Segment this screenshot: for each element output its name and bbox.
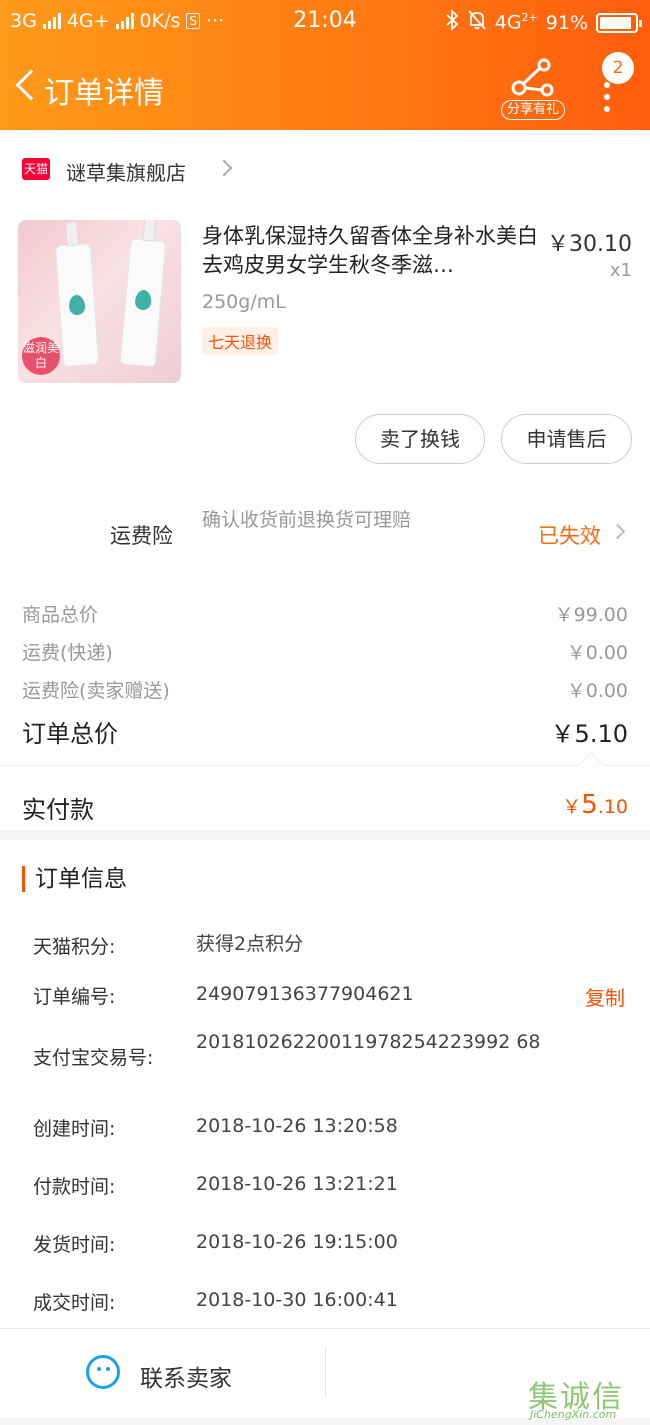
info-value: 249079136377904621 (196, 983, 414, 1005)
order-info-title: 订单信息 (22, 866, 127, 892)
share-icon (511, 58, 554, 97)
share-label: 分享有礼 (500, 100, 565, 120)
product-image[interactable]: 滋润美白 (18, 220, 181, 383)
header: 3G 4G+ 0K/s S ··· 21:04 4G2+ 91% 订单详情 分享… (0, 0, 650, 130)
paid-value: ￥5.10 (562, 790, 628, 820)
product-price: ￥30.10 (547, 232, 632, 257)
info-key: 创建时间: (33, 1118, 116, 1140)
battery-percent: 91% (545, 11, 588, 34)
price-value: ￥0.00 (566, 680, 628, 702)
info-key: 支付宝交易号: (33, 1047, 154, 1069)
info-value: 2018-10-26 13:20:58 (196, 1115, 398, 1137)
status-right: 4G2+ 91% (445, 8, 642, 36)
insurance-label: 运费险 (110, 524, 173, 548)
chevron-left-icon (15, 69, 47, 101)
info-value: 2018-10-26 19:15:00 (196, 1231, 398, 1253)
price-label: 商品总价 (22, 604, 99, 626)
chat-face-icon (86, 1355, 120, 1389)
back-button[interactable] (8, 62, 47, 112)
info-key: 订单编号: (33, 986, 116, 1008)
paid-amount-row: 实付款 ￥5.10 (22, 790, 628, 820)
bottle-graphic (120, 220, 166, 367)
contact-seller-button[interactable]: 联系卖家 (0, 1329, 325, 1419)
chevron-right-icon (215, 159, 233, 177)
store-row[interactable]: 天猫 谜草集旗舰店 (0, 145, 650, 195)
share-button[interactable]: 分享有礼 (500, 58, 566, 120)
return-policy-tag: 七天退换 (202, 327, 279, 355)
tmall-logo: 天猫 (22, 158, 50, 180)
product-spec: 250g/mL (202, 291, 286, 313)
info-value: 2018-10-26 13:21:21 (196, 1173, 398, 1195)
order-total-value: ￥5.10 (550, 720, 628, 748)
page-title: 订单详情 (44, 76, 164, 111)
bottle-graphic (55, 222, 99, 367)
product-quantity: x1 (609, 260, 632, 281)
product-title[interactable]: 身体乳保湿持久留香体全身补水美白去鸡皮男女学生秋冬季滋… (202, 222, 538, 280)
divider (325, 1347, 326, 1397)
info-key: 天猫积分: (33, 936, 116, 958)
bluetooth-icon (445, 8, 459, 36)
battery-icon (596, 12, 642, 33)
divider (0, 765, 650, 766)
info-value: 2018-10-30 16:00:41 (196, 1289, 398, 1311)
shipping-insurance-row[interactable]: 运费险 确认收货前退换货可理赔 已失效 (0, 500, 650, 570)
product-image-badge: 滋润美白 (22, 337, 60, 375)
nav-bar: 订单详情 分享有礼 2 (0, 50, 650, 126)
more-vertical-icon (604, 82, 610, 118)
insurance-status: 已失效 (538, 524, 601, 548)
watermark-url: JiChengXin.com (530, 1408, 617, 1421)
message-badge: 2 (602, 52, 634, 84)
store-name: 谜草集旗舰店 (66, 161, 186, 185)
status-bar: 3G 4G+ 0K/s S ··· 21:04 4G2+ 91% (0, 0, 650, 44)
info-value: 20181026220011978254223992 68 (196, 1031, 541, 1053)
chevron-right-icon (609, 523, 626, 540)
price-label: 运费险(卖家赠送) (22, 680, 170, 702)
copy-order-number-button[interactable]: 复制 (585, 982, 625, 1011)
paid-label: 实付款 (22, 796, 94, 820)
order-total-label: 订单总价 (22, 720, 118, 748)
watermark: 集诚信 JiChengXin.com (528, 1372, 650, 1425)
mute-bell-icon (467, 9, 487, 36)
info-key: 成交时间: (33, 1292, 116, 1314)
price-label: 运费(快递) (22, 642, 113, 664)
info-key: 发货时间: (33, 1234, 116, 1256)
insurance-description: 确认收货前退换货可理赔 (202, 509, 412, 531)
sell-for-cash-button[interactable]: 卖了换钱 (355, 414, 485, 464)
info-key: 付款时间: (33, 1176, 116, 1198)
price-value: ￥99.00 (554, 604, 628, 626)
price-value: ￥0.00 (566, 642, 628, 664)
info-value: 获得2点积分 (196, 933, 304, 955)
more-button[interactable]: 2 (590, 52, 634, 112)
contact-seller-label: 联系卖家 (140, 1366, 232, 1392)
network-label-4g-2: 4G2+ (494, 11, 538, 34)
after-sale-button[interactable]: 申请售后 (501, 414, 632, 464)
